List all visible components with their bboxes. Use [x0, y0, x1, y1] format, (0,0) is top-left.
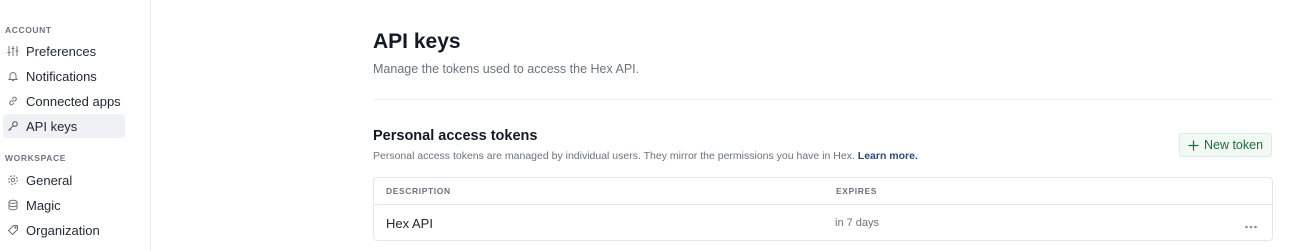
settings-sidebar: ACCOUNT Preferences Notifications Connec…	[0, 0, 151, 251]
sidebar-item-label: Organization	[26, 222, 100, 238]
sidebar-item-api-keys[interactable]: API keys	[3, 114, 125, 138]
page-title: API keys	[373, 30, 461, 53]
token-description: Hex API	[386, 216, 433, 231]
tag-icon	[7, 224, 19, 236]
table-header: DESCRIPTION EXPIRES	[374, 178, 1272, 205]
learn-more-link[interactable]: Learn more.	[858, 150, 918, 162]
database-icon	[7, 199, 19, 211]
section-title: Personal access tokens	[373, 128, 538, 144]
plus-icon	[1188, 140, 1199, 151]
column-header-expires: EXPIRES	[836, 186, 878, 196]
section-description: Personal access tokens are managed by in…	[373, 150, 918, 162]
sidebar-item-general[interactable]: General	[3, 168, 125, 192]
workspace-section-label: WORKSPACE	[5, 153, 66, 163]
tokens-table: DESCRIPTION EXPIRES Hex API in 7 days	[373, 177, 1273, 241]
sidebar-item-notifications[interactable]: Notifications	[3, 64, 125, 88]
token-expires: in 7 days	[835, 217, 880, 229]
divider	[373, 99, 1273, 100]
account-section-label: ACCOUNT	[5, 25, 52, 35]
table-row[interactable]: Hex API in 7 days	[374, 205, 1272, 240]
sidebar-item-connected-apps[interactable]: Connected apps	[3, 89, 125, 113]
sidebar-item-label: Connected apps	[26, 93, 121, 109]
section-description-text: Personal access tokens are managed by in…	[373, 150, 855, 162]
link-icon	[7, 95, 19, 107]
sidebar-item-label: Magic	[26, 197, 61, 213]
new-token-label: New token	[1203, 138, 1264, 152]
sidebar-item-preferences[interactable]: Preferences	[3, 39, 125, 63]
sidebar-item-label: Preferences	[26, 43, 97, 59]
bell-icon	[7, 70, 19, 82]
key-icon	[7, 120, 19, 132]
gear-icon	[7, 174, 19, 186]
sidebar-item-magic[interactable]: Magic	[3, 193, 125, 217]
new-token-button[interactable]: New token	[1179, 133, 1272, 157]
sidebar-item-organization[interactable]: Organization	[3, 218, 125, 242]
sliders-icon	[7, 45, 19, 57]
sidebar-item-label: General	[26, 172, 73, 188]
more-options-icon[interactable]	[1244, 218, 1258, 229]
sidebar-item-label: Notifications	[26, 68, 97, 84]
sidebar-item-label: API keys	[26, 118, 78, 134]
page-subtitle: Manage the tokens used to access the Hex…	[373, 62, 640, 76]
column-header-description: DESCRIPTION	[386, 186, 451, 196]
